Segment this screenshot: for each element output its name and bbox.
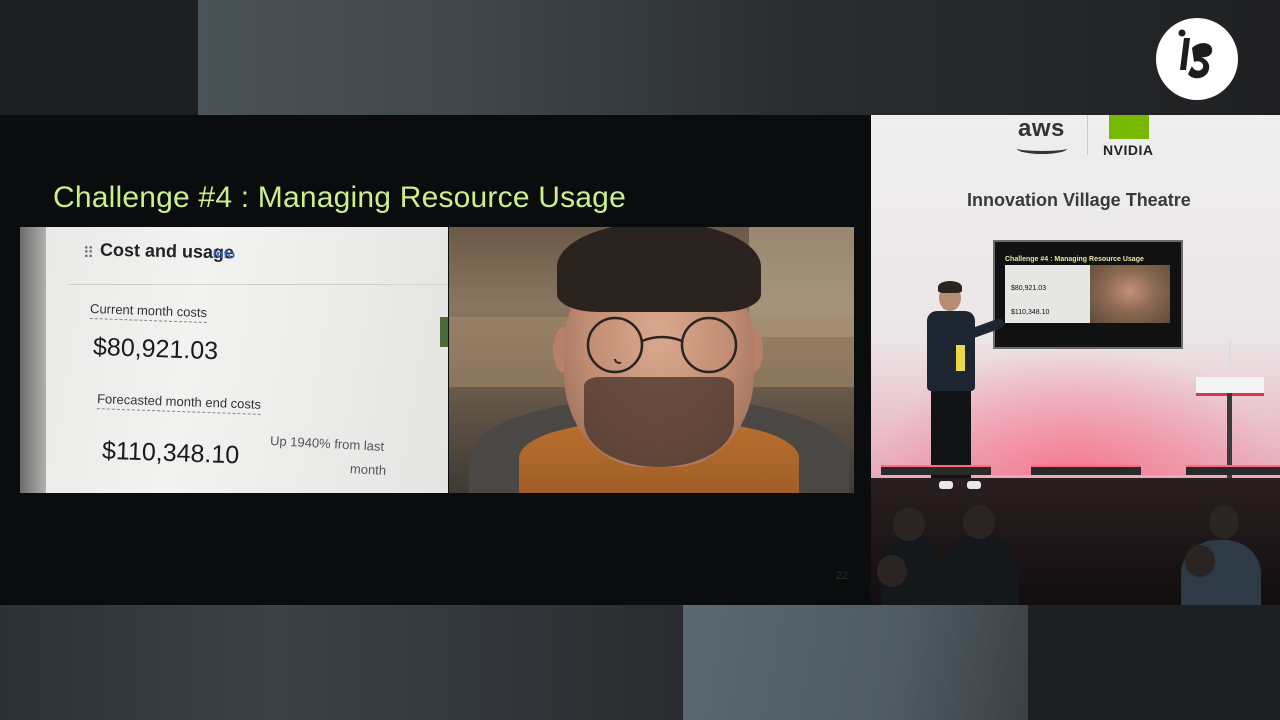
audience-head bbox=[963, 505, 995, 539]
audience-head bbox=[1185, 545, 1215, 577]
slide-page-number: 22 bbox=[836, 570, 849, 582]
info-link: Info bbox=[212, 246, 236, 262]
stage-light-bar bbox=[1031, 465, 1141, 475]
nvidia-logo: NVIDIA bbox=[1103, 142, 1154, 158]
decorative-strip bbox=[440, 317, 448, 347]
hair bbox=[557, 227, 761, 312]
developer-photo bbox=[449, 227, 854, 493]
shoe bbox=[939, 481, 953, 489]
background-panel bbox=[1028, 605, 1280, 720]
change-note: month bbox=[349, 461, 387, 478]
screen-current-value: $80,921.03 bbox=[1011, 285, 1047, 292]
stage-screen: Challenge #4 : Managing Resource Usage $… bbox=[993, 240, 1183, 349]
forecast-label: Forecasted month end costs bbox=[96, 391, 261, 415]
current-month-label: Current month costs bbox=[89, 300, 208, 324]
speaker-hair bbox=[938, 281, 962, 293]
drag-handle-icon: ⠿ bbox=[83, 245, 94, 262]
stage-light-bar bbox=[881, 465, 991, 475]
audience-head bbox=[1209, 505, 1239, 539]
background-panel bbox=[683, 605, 1028, 720]
microphone-stand bbox=[1229, 340, 1231, 380]
audience-member bbox=[941, 535, 1019, 605]
screen-person bbox=[1090, 265, 1170, 323]
cost-dashboard-photo: ⠿ Cost and usage Info Current month cost… bbox=[20, 227, 448, 493]
audience-head bbox=[893, 507, 925, 541]
current-month-value: $80,921.03 bbox=[92, 332, 219, 366]
background-panel bbox=[0, 605, 683, 720]
forecast-value: $110,348.10 bbox=[101, 436, 240, 470]
change-note: Up 1940% from last bbox=[269, 433, 385, 454]
aws-logo: aws bbox=[1018, 115, 1065, 142]
venue-title: Innovation Village Theatre bbox=[967, 190, 1191, 210]
nvidia-eye-icon bbox=[1109, 115, 1149, 139]
stage-camera-view: aws NVIDIA Innovation Village Theatre Ch… bbox=[871, 115, 1280, 605]
speaker-body bbox=[927, 311, 975, 391]
background-panel bbox=[0, 0, 198, 115]
screen-forecast-value: $110,348.10 bbox=[1011, 309, 1050, 316]
glasses-icon bbox=[586, 316, 738, 374]
divider bbox=[1087, 115, 1088, 155]
shoe bbox=[967, 481, 981, 489]
screen-dashboard: $80,921.03 $110,348.10 bbox=[1005, 265, 1090, 323]
beard bbox=[584, 377, 734, 467]
aws-smile-icon bbox=[1017, 143, 1067, 154]
monitor-edge bbox=[20, 227, 46, 493]
screen-slide-title: Challenge #4 : Managing Resource Usage bbox=[1005, 256, 1144, 263]
stage-light-bar bbox=[1186, 465, 1280, 475]
presentation-slide: Challenge #4 : Managing Resource Usage ⠿… bbox=[0, 115, 871, 605]
audience-head bbox=[877, 555, 907, 587]
divider bbox=[68, 284, 448, 285]
background-panel bbox=[198, 0, 1280, 115]
ibc-logo-icon bbox=[1156, 18, 1238, 100]
slide-title: Challenge #4 : Managing Resource Usage bbox=[53, 181, 626, 214]
speaker-badge bbox=[956, 345, 965, 371]
